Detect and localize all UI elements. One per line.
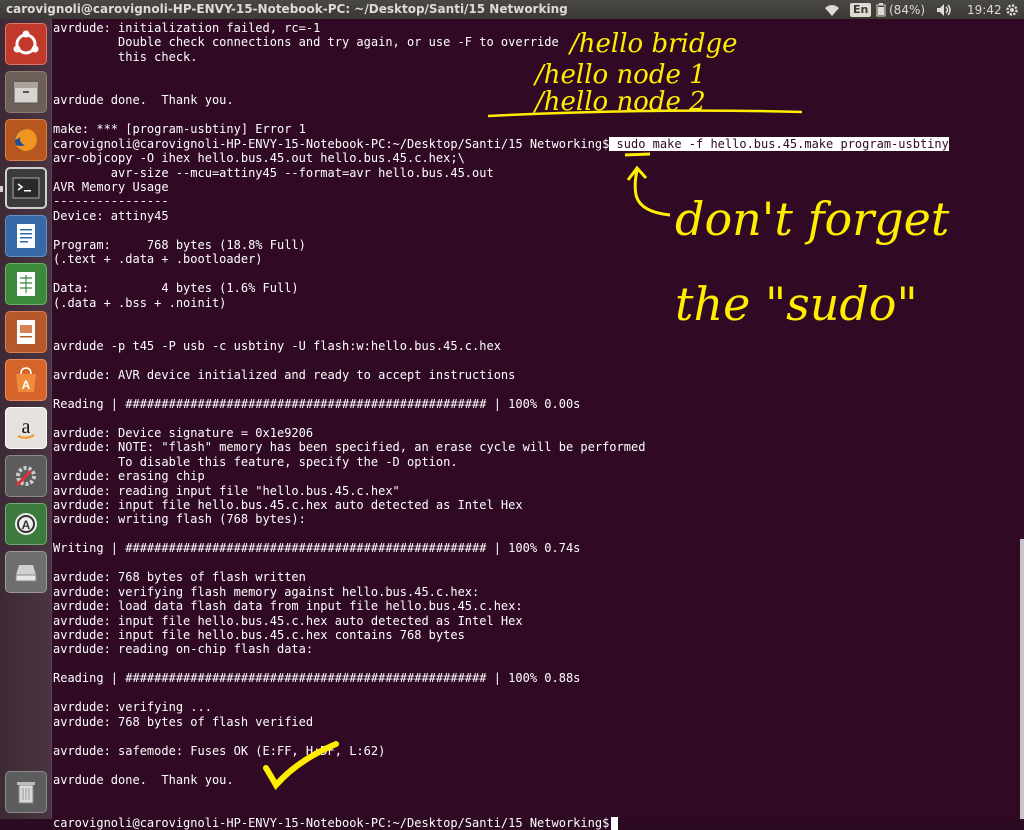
terminal-line: Device: attiny45 [53,208,169,223]
terminal-line: Double check connections and try again, … [53,35,559,50]
terminal-line: (.data + .bss + .noinit) [53,295,227,310]
terminal-line: avr-objcopy -O ihex hello.bus.45.out hel… [53,151,465,166]
terminal-line: avrdude: reading input file "hello.bus.4… [53,483,400,498]
terminal-line: ---------------- [53,194,169,209]
keyboard-lang-label: En [850,2,872,17]
highlighted-command: sudo make -f hello.bus.45.make program-u… [609,136,949,151]
terminal-line: avrdude: input file hello.bus.45.c.hex c… [53,628,465,643]
ubuntu-dash-icon[interactable] [5,23,47,65]
terminal-line: avr-size --mcu=attiny45 --format=avr hel… [53,165,494,180]
terminal-line: avrdude: verifying flash memory against … [53,584,480,599]
prompt-text: carovignoli@carovignoli-HP-ENVY-15-Noteb… [53,136,610,151]
terminal-prompt-line: carovignoli@carovignoli-HP-ENVY-15-Noteb… [53,136,949,151]
launcher: A a A [0,19,52,819]
terminal-icon[interactable] [5,167,47,209]
terminal-line: avrdude: input file hello.bus.45.c.hex a… [53,613,523,628]
terminal-line: avrdude done. Thank you. [53,93,234,108]
terminal-line: Program: 768 bytes (18.8% Full) [53,237,306,252]
terminal-line: avrdude: reading on-chip flash data: [53,642,314,657]
prompt-text: carovignoli@carovignoli-HP-ENVY-15-Noteb… [53,815,610,830]
battery-icon [876,2,886,16]
clock-time: 19:42 [967,2,1002,17]
disk-drive-icon[interactable] [5,551,47,593]
terminal-window[interactable]: avrdude: initialization failed, rc=-1 Do… [52,19,1024,830]
terminal-line: avrdude: 768 bytes of flash written [53,570,306,585]
calc-icon[interactable] [5,263,47,305]
terminal-line: this check. [53,49,198,64]
terminal-line: avrdude: erasing chip [53,469,205,484]
terminal-line: avrdude: initialization failed, rc=-1 [53,21,321,35]
terminal-line: avrdude: writing flash (768 bytes): [53,512,306,527]
keyboard-indicator[interactable]: En [850,1,872,18]
battery-percent: (84%) [889,2,926,17]
writer-icon[interactable] [5,215,47,257]
terminal-line: (.text + .data + .bootloader) [53,252,263,267]
terminal-line: avrdude: load data flash data from input… [53,599,523,614]
terminal-line: To disable this feature, specify the -D … [53,454,458,469]
terminal-line: avrdude: NOTE: "flash" memory has been s… [53,440,646,455]
system-settings-icon[interactable] [5,455,47,497]
terminal-scrollbar[interactable] [1020,539,1024,819]
terminal-line: avrdude: input file hello.bus.45.c.hex a… [53,497,523,512]
top-panel: carovignoli@carovignoli-HP-ENVY-15-Noteb… [0,0,1024,19]
svg-text:A: A [22,518,31,532]
terminal-line: avrdude: safemode: Fuses OK (E:FF, H:DF,… [53,743,386,758]
impress-icon[interactable] [5,311,47,353]
gear-icon[interactable] [1005,1,1019,18]
software-updater-icon[interactable]: A [5,503,47,545]
terminal-line: make: *** [program-usbtiny] Error 1 [53,122,306,137]
terminal-output: avrdude: initialization failed, rc=-1 Do… [53,21,949,830]
terminal-prompt-line-current: carovignoli@carovignoli-HP-ENVY-15-Noteb… [53,816,949,830]
files-icon[interactable] [5,71,47,113]
amazon-icon[interactable]: a [5,407,47,449]
terminal-line: Data: 4 bytes (1.6% Full) [53,281,299,296]
svg-text:a: a [22,416,31,438]
window-title: carovignoli@carovignoli-HP-ENVY-15-Noteb… [6,2,568,16]
firefox-icon[interactable] [5,119,47,161]
software-center-icon[interactable]: A [5,359,47,401]
terminal-line: avrdude: Device signature = 0x1e9206 [53,425,314,440]
battery-indicator[interactable]: (84%) [876,1,925,18]
wifi-icon[interactable] [824,1,840,18]
trash-icon[interactable] [5,771,47,813]
terminal-line: Writing | ##############################… [53,541,581,556]
terminal-line: avrdude -p t45 -P usb -c usbtiny -U flas… [53,338,501,353]
terminal-line: avrdude: 768 bytes of flash verified [53,714,314,729]
svg-text:A: A [22,378,31,392]
terminal-line: Reading | ##############################… [53,671,581,686]
terminal-line: avrdude done. Thank you. [53,772,234,787]
terminal-line: avrdude: AVR device initialized and read… [53,367,516,382]
volume-icon[interactable] [936,1,952,18]
terminal-line: Reading | ##############################… [53,396,581,411]
terminal-line: avrdude: verifying ... [53,700,212,715]
clock[interactable]: 19:42 [967,1,1002,18]
terminal-line: AVR Memory Usage [53,179,169,194]
